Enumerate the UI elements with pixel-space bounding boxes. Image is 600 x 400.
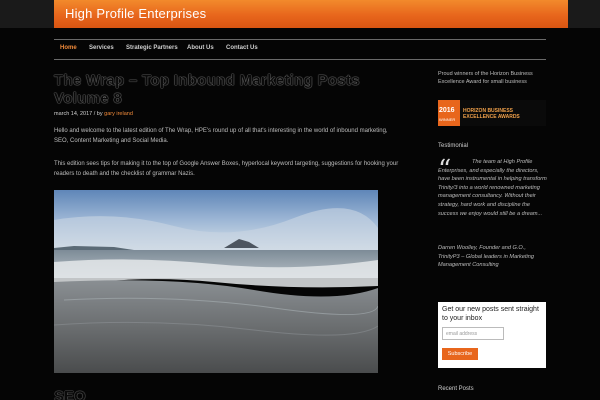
post-paragraph-1: Hello and welcome to the latest edition … — [54, 128, 388, 144]
award-badge[interactable]: 2016 WINNER HORIZON BUSINESS EXCELLENCE … — [438, 100, 546, 126]
testimonial-heading: Testimonial — [438, 143, 469, 149]
email-field[interactable]: email address — [442, 327, 504, 340]
subscribe-widget: Get our new posts sent straight to your … — [438, 302, 546, 368]
main-nav: Home Services Strategic Partners About U… — [54, 39, 546, 60]
header-left-bar — [0, 0, 54, 28]
badge-year-block: 2016 WINNER — [438, 100, 460, 126]
nav-item-strategic-partners[interactable]: Strategic Partners — [126, 45, 178, 51]
nav-item-contact-us[interactable]: Contact Us — [226, 45, 258, 51]
badge-line-2: EXCELLENCE AWARDS — [463, 114, 520, 120]
award-text: Proud winners of the Horizon Business Ex… — [438, 71, 533, 85]
site-header: High Profile Enterprises — [54, 0, 568, 28]
post-author-link[interactable]: gary ireland — [104, 111, 133, 117]
nav-item-home[interactable]: Home — [60, 45, 77, 51]
beach-photo — [54, 190, 378, 373]
testimonial-quote: The team at High Profile Enterprises, an… — [438, 159, 547, 217]
header-right-bar — [568, 0, 600, 28]
testimonial-author: Darren Woolley, Founder and G.O., Trinit… — [438, 245, 534, 269]
recent-posts-heading: Recent Posts — [438, 386, 474, 392]
post-title-2[interactable]: SEO — [54, 388, 86, 400]
post-paragraph-2: This edition sees tips for making it to … — [54, 161, 399, 177]
post-meta: march 14, 2017 / by gary ireland — [54, 111, 133, 117]
subscribe-title: Get our new posts sent straight to your … — [442, 306, 539, 322]
post-date: march 14, 2017 / by — [54, 111, 105, 117]
badge-winner: WINNER — [439, 117, 456, 122]
badge-text: HORIZON BUSINESS EXCELLENCE AWARDS — [463, 108, 520, 120]
post-title[interactable]: The Wrap – Top Inbound Marketing Posts V… — [54, 72, 404, 108]
subscribe-button[interactable]: Subscribe — [442, 348, 478, 360]
site-title[interactable]: High Profile Enterprises — [65, 6, 206, 21]
nav-item-about-us[interactable]: About Us — [187, 45, 214, 51]
post-featured-image — [54, 190, 378, 373]
badge-year: 2016 — [439, 107, 455, 114]
nav-item-services[interactable]: Services — [89, 45, 114, 51]
